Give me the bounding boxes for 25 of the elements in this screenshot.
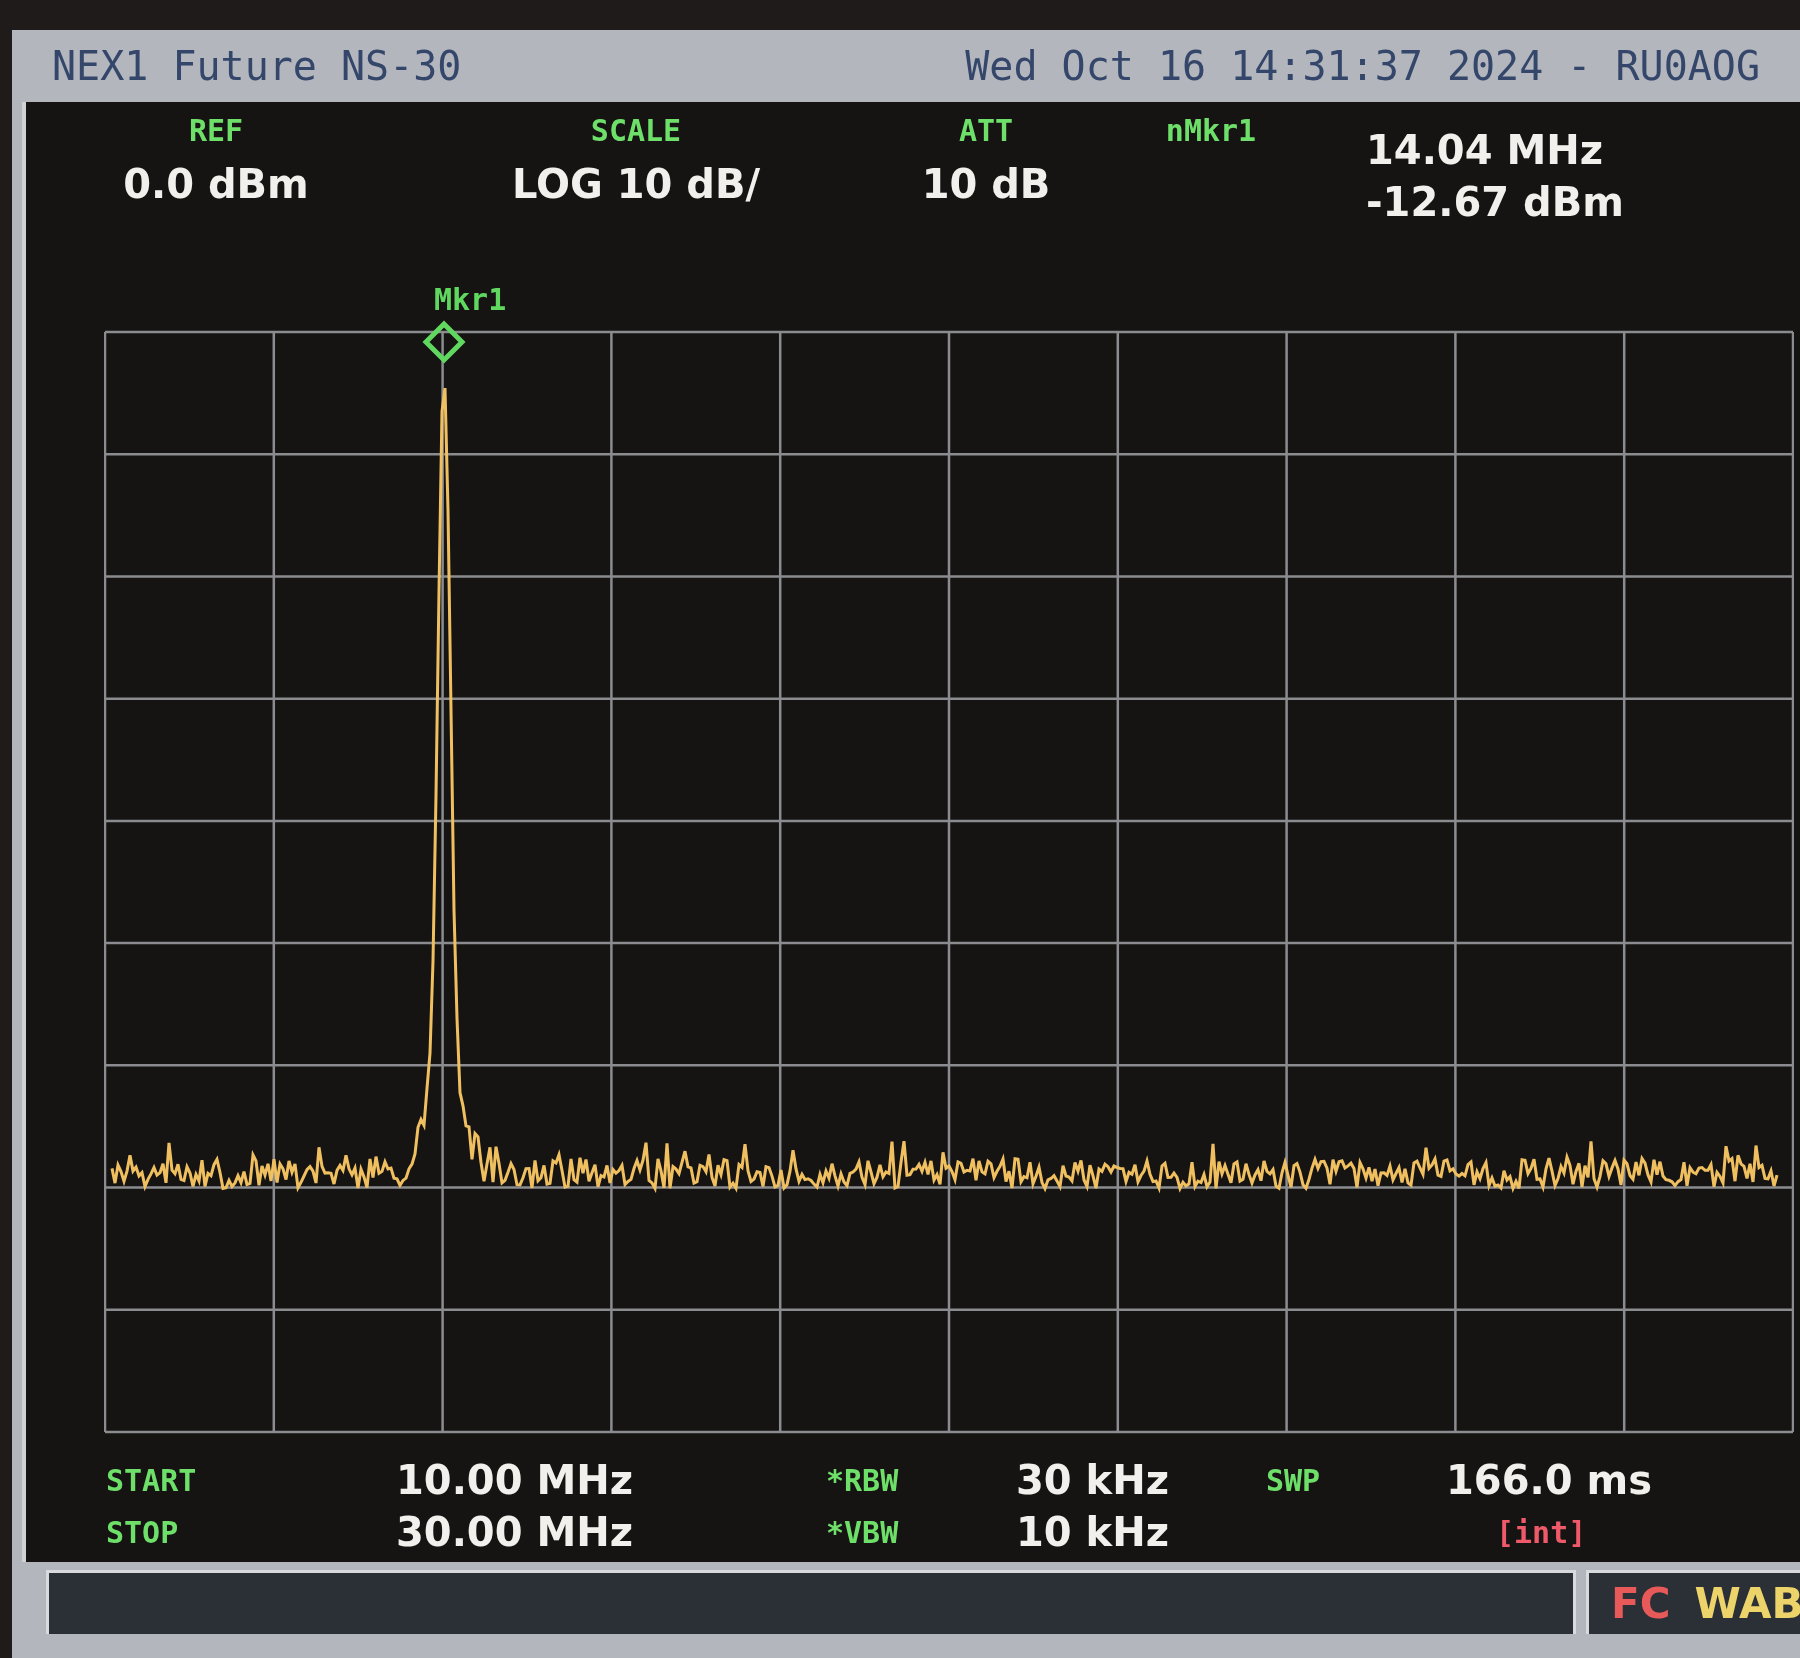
parameter-label: *RBW [826,1462,900,1498]
instrument-name: NEX1 Future NS-30 [52,43,462,89]
parameter-label: *VBW [826,1514,900,1550]
parameter-label: START [106,1462,198,1498]
marker-label: Mkr1 [434,282,507,317]
parameter-value: 14.04 MHz [1366,126,1603,175]
parameter-value: 30 kHz [1016,1457,1170,1503]
parameter-label: REF [188,112,244,150]
parameter-value: 30.00 MHz [396,1509,634,1555]
parameter-value: 0.0 dBm [123,160,309,209]
parameter-value: 166.0 ms [1446,1457,1653,1503]
sweep-mode-text: [int] [1496,1514,1587,1550]
date-time-callsign: Wed Oct 16 14:31:37 2024 - RU0AOG [965,43,1760,89]
parameter-value: LOG 10 dB/ [511,160,761,209]
status-text: FC [1611,1579,1671,1628]
marker-diamond-icon [422,320,466,364]
parameter-label: nMkr1 [1165,112,1257,150]
parameter-value: 10 dB [921,160,1051,209]
parameter-value: 10.00 MHz [396,1457,634,1503]
parameter-value: 10 kHz [1016,1509,1170,1555]
parameter-value: -12.67 dBm [1366,178,1624,227]
parameter-label: SWP [1266,1462,1322,1498]
parameter-label: STOP [106,1514,180,1550]
parameter-label: SCALE [590,112,682,150]
parameter-label: ATT [958,112,1014,150]
